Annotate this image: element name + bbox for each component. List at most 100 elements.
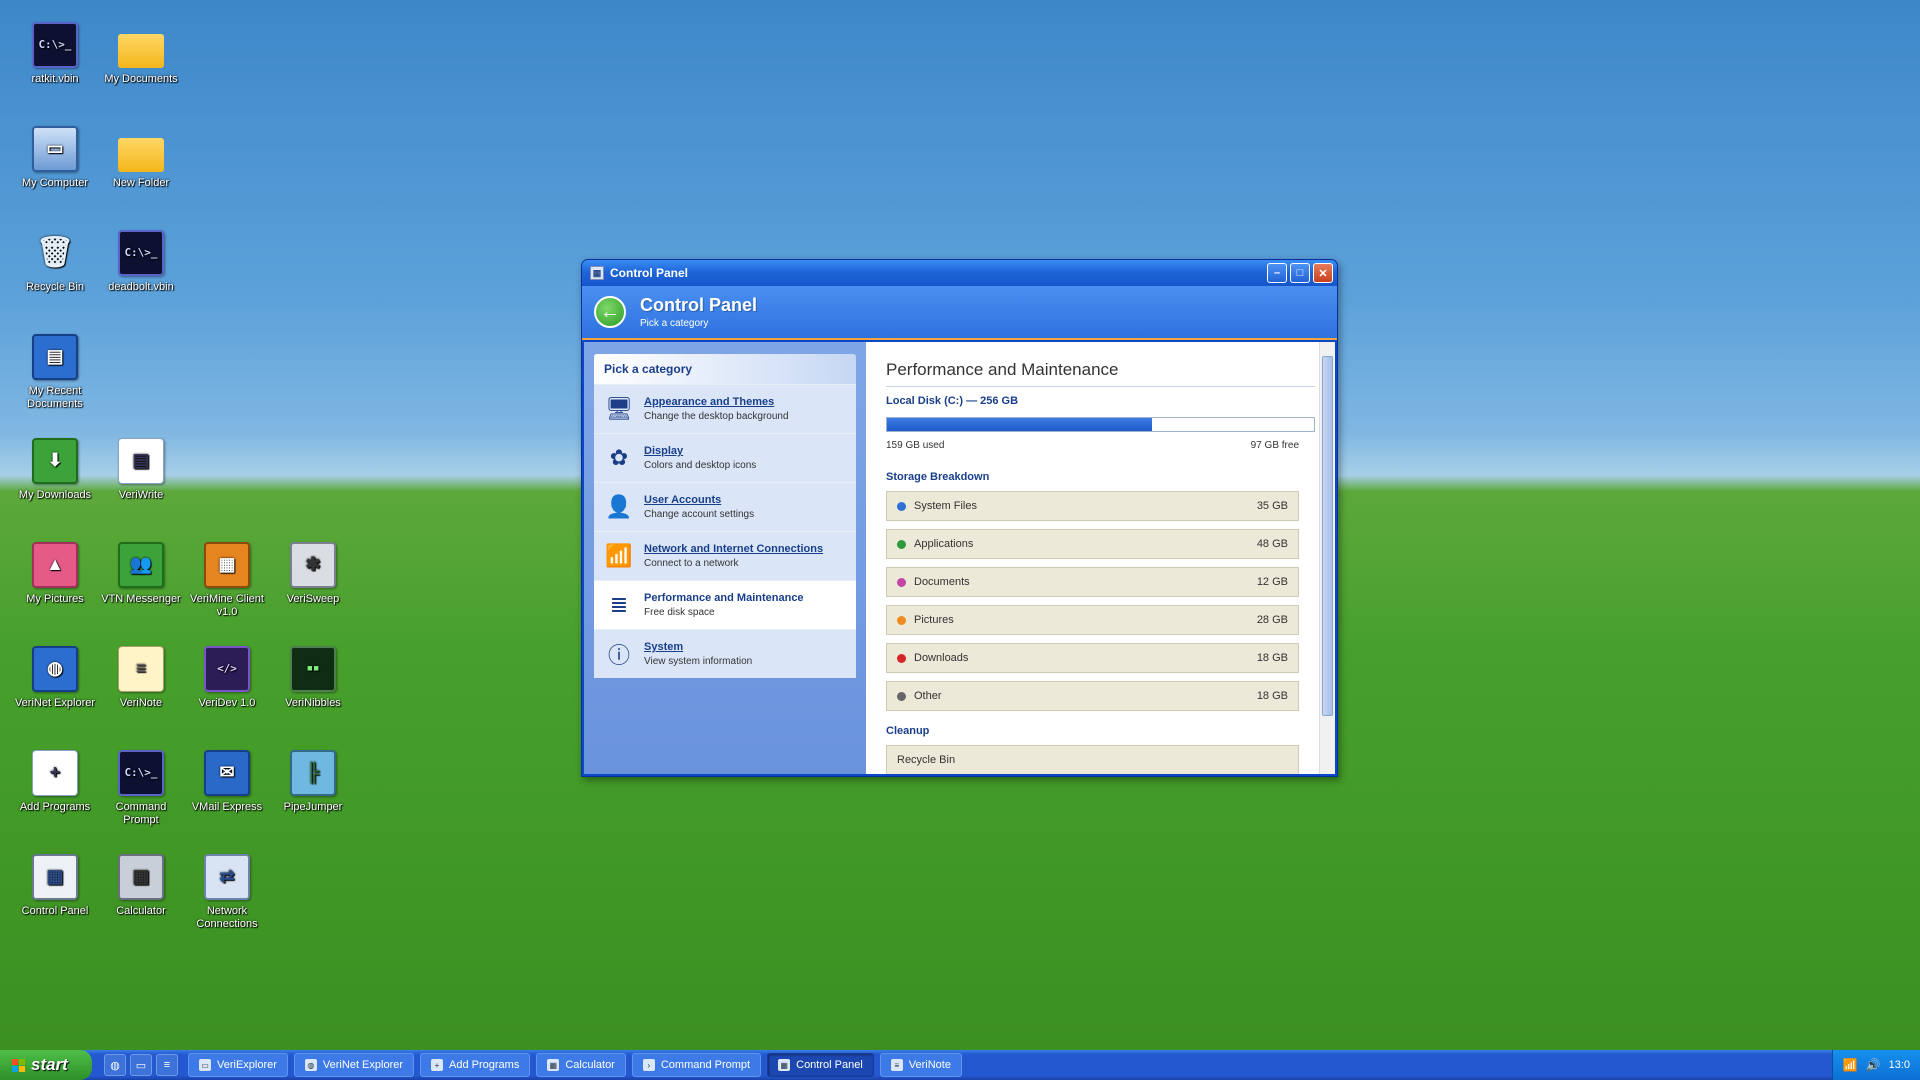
- category-desc: View system information: [644, 656, 753, 667]
- category-title[interactable]: Network and Internet Connections: [644, 543, 823, 555]
- start-button[interactable]: start: [0, 1050, 92, 1080]
- desktop-icon-veriwrite[interactable]: ▤ VeriWrite: [98, 438, 184, 502]
- desktop-icon-my-recent-documents[interactable]: ▤ My Recent Documents: [12, 334, 98, 411]
- desktop-icon-label: PipeJumper: [283, 801, 343, 813]
- task-calculator[interactable]: ▦ Calculator: [536, 1053, 626, 1077]
- desktop-icon-control-panel[interactable]: ▦ Control Panel: [12, 854, 98, 918]
- category-display[interactable]: ✿ Display Colors and desktop icons: [594, 433, 856, 482]
- desktop-icon-new-folder[interactable]: New Folder: [98, 126, 184, 190]
- globe-icon: ◍: [32, 646, 78, 692]
- category-network-internet[interactable]: 📶 Network and Internet Connections Connec…: [594, 531, 856, 580]
- color-dot-icon: [897, 501, 906, 511]
- desktop-icon-calculator[interactable]: ▦ Calculator: [98, 854, 184, 918]
- recycle-bin-icon: 🗑: [35, 236, 75, 269]
- notepad-icon[interactable]: ≡: [156, 1054, 178, 1076]
- document-icon: ▤: [118, 438, 164, 484]
- snake-game-icon: ▪▪: [290, 646, 336, 692]
- close-button[interactable]: ✕: [1313, 263, 1333, 283]
- desktop-icon-recycle-bin[interactable]: 🗑 Recycle Bin: [12, 230, 98, 294]
- category-appearance-themes[interactable]: 🖥 Appearance and Themes Change the deskto…: [594, 384, 856, 433]
- task-add-programs[interactable]: + Add Programs: [420, 1053, 531, 1077]
- cleanup-row-recycle-bin[interactable]: Recycle Bin: [886, 745, 1299, 774]
- used-label: 159 GB used: [886, 440, 945, 451]
- browser-icon[interactable]: ◍: [104, 1054, 126, 1076]
- mail-icon: ✉: [204, 750, 250, 796]
- desktop-icon-label: Network Connections: [196, 905, 258, 931]
- volume-icon[interactable]: 🔊: [1866, 1058, 1881, 1072]
- desktop-icon-add-programs[interactable]: + Add Programs: [12, 750, 98, 814]
- mine-icon: ▦: [204, 542, 250, 588]
- desktop-icon-label: VeriSweep: [286, 593, 340, 605]
- desktop-icon-verinote[interactable]: ≡ VeriNote: [98, 646, 184, 710]
- category-user-accounts[interactable]: 👤 User Accounts Change account settings: [594, 482, 856, 531]
- desktop-icon-veridev[interactable]: </> VeriDev 1.0: [184, 646, 270, 710]
- task-control-panel[interactable]: ▦ Control Panel: [767, 1053, 874, 1077]
- desktop-icon-ratkit[interactable]: C:\>_ ratkit.vbin: [12, 22, 98, 86]
- disk-title: Local Disk (C:) — 256 GB: [886, 395, 1019, 407]
- category-title[interactable]: Display: [644, 445, 756, 457]
- download-icon: ⬇: [32, 438, 78, 484]
- desktop-icon-label: My Downloads: [18, 489, 92, 501]
- task-label: Command Prompt: [660, 1059, 751, 1071]
- breakdown-name: Other: [914, 690, 942, 702]
- breakdown-value: 18 GB: [1256, 652, 1288, 664]
- desktop-icon-deadbolt[interactable]: C:\>_ deadbolt.vbin: [98, 230, 184, 294]
- breakdown-title: Storage Breakdown: [886, 471, 990, 483]
- pictures-icon: ▲: [32, 542, 78, 588]
- desktop-icon-pipejumper[interactable]: ╠ PipeJumper: [270, 750, 356, 814]
- control-panel-window: ▦ Control Panel – □ ✕ ← Control Panel Pi…: [581, 259, 1338, 777]
- category-desc: Change account settings: [644, 509, 755, 520]
- quick-launch: ◍ ▭ ≡: [104, 1054, 178, 1076]
- category-title[interactable]: Performance and Maintenance: [644, 592, 804, 604]
- desktop-icon-network-connections[interactable]: ⇄ Network Connections: [184, 854, 270, 931]
- back-arrow-icon[interactable]: ←: [594, 296, 626, 328]
- desktop-icon-verisweep[interactable]: ✱ VeriSweep: [270, 542, 356, 606]
- disk-usage-bar: [886, 417, 1315, 432]
- vertical-scrollbar[interactable]: [1319, 342, 1335, 774]
- task-verinote[interactable]: ≡ VeriNote: [879, 1053, 962, 1077]
- control-panel-icon: ▦: [778, 1059, 791, 1071]
- desktop-icon-label: Command Prompt: [115, 801, 167, 827]
- minimize-button[interactable]: –: [1267, 263, 1287, 283]
- category-system[interactable]: ⓘ System View system information: [594, 629, 856, 678]
- window-titlebar[interactable]: ▦ Control Panel – □ ✕: [582, 260, 1337, 286]
- desktop-icon-verimine[interactable]: ▦ VeriMine Client v1.0: [184, 542, 270, 619]
- color-dot-icon: [897, 653, 906, 663]
- desktop-icon-label: New Folder: [112, 177, 170, 189]
- desktop-icon-vtn-messenger[interactable]: 👥 VTN Messenger: [98, 542, 184, 606]
- desktop-icon-my-downloads[interactable]: ⬇ My Downloads: [12, 438, 98, 502]
- breakdown-row: Downloads 18 GB: [886, 643, 1299, 673]
- clock: 13:0: [1888, 1059, 1910, 1071]
- breakdown-name: Downloads: [914, 652, 969, 664]
- category-title[interactable]: User Accounts: [644, 494, 754, 506]
- disk-usage-fill: [887, 418, 1152, 431]
- desktop-icon-my-documents[interactable]: My Documents: [98, 22, 184, 86]
- task-command-prompt[interactable]: › Command Prompt: [631, 1053, 762, 1077]
- desktop-icon-command-prompt[interactable]: C:\>_ Command Prompt: [98, 750, 184, 827]
- task-label: Calculator: [565, 1059, 615, 1071]
- breakdown-row: System Files 35 GB: [886, 491, 1299, 521]
- desktop-icon-my-computer[interactable]: ▭ My Computer: [12, 126, 98, 190]
- category-title[interactable]: Appearance and Themes: [644, 396, 789, 408]
- desktop-icon-verinibbles[interactable]: ▪▪ VeriNibbles: [270, 646, 356, 710]
- computer-icon: ▭: [32, 126, 78, 172]
- desktop-icon-vmail-express[interactable]: ✉ VMail Express: [184, 750, 270, 814]
- breakdown-name: Applications: [914, 538, 974, 550]
- category-title[interactable]: System: [644, 641, 752, 653]
- task-verinet-explorer[interactable]: ◍ VeriNet Explorer: [293, 1053, 415, 1077]
- breakdown-row: Applications 48 GB: [886, 529, 1299, 559]
- desktop-icon-my-pictures[interactable]: ▲ My Pictures: [12, 542, 98, 606]
- desktop-icon-label: VeriNet Explorer: [14, 697, 96, 709]
- folder-icon[interactable]: ▭: [130, 1054, 152, 1076]
- scrollbar-thumb[interactable]: [1322, 356, 1333, 716]
- category-performance-maintenance[interactable]: ≣ Performance and Maintenance Free disk s…: [594, 580, 856, 629]
- task-label: VeriExplorer: [217, 1059, 277, 1071]
- network-tray-icon[interactable]: 📶: [1843, 1058, 1858, 1072]
- folder-icon: [118, 138, 164, 172]
- desktop-icon-verinet-explorer[interactable]: ◍ VeriNet Explorer: [12, 646, 98, 710]
- maximize-button[interactable]: □: [1290, 263, 1310, 283]
- desktop-icon-label: Add Programs: [19, 801, 91, 813]
- desktop-icon-label: ratkit.vbin: [31, 73, 79, 85]
- task-veriexplorer[interactable]: ▭ VeriExplorer: [188, 1053, 288, 1077]
- main-content: Performance and Maintenance Local Disk (…: [866, 342, 1335, 774]
